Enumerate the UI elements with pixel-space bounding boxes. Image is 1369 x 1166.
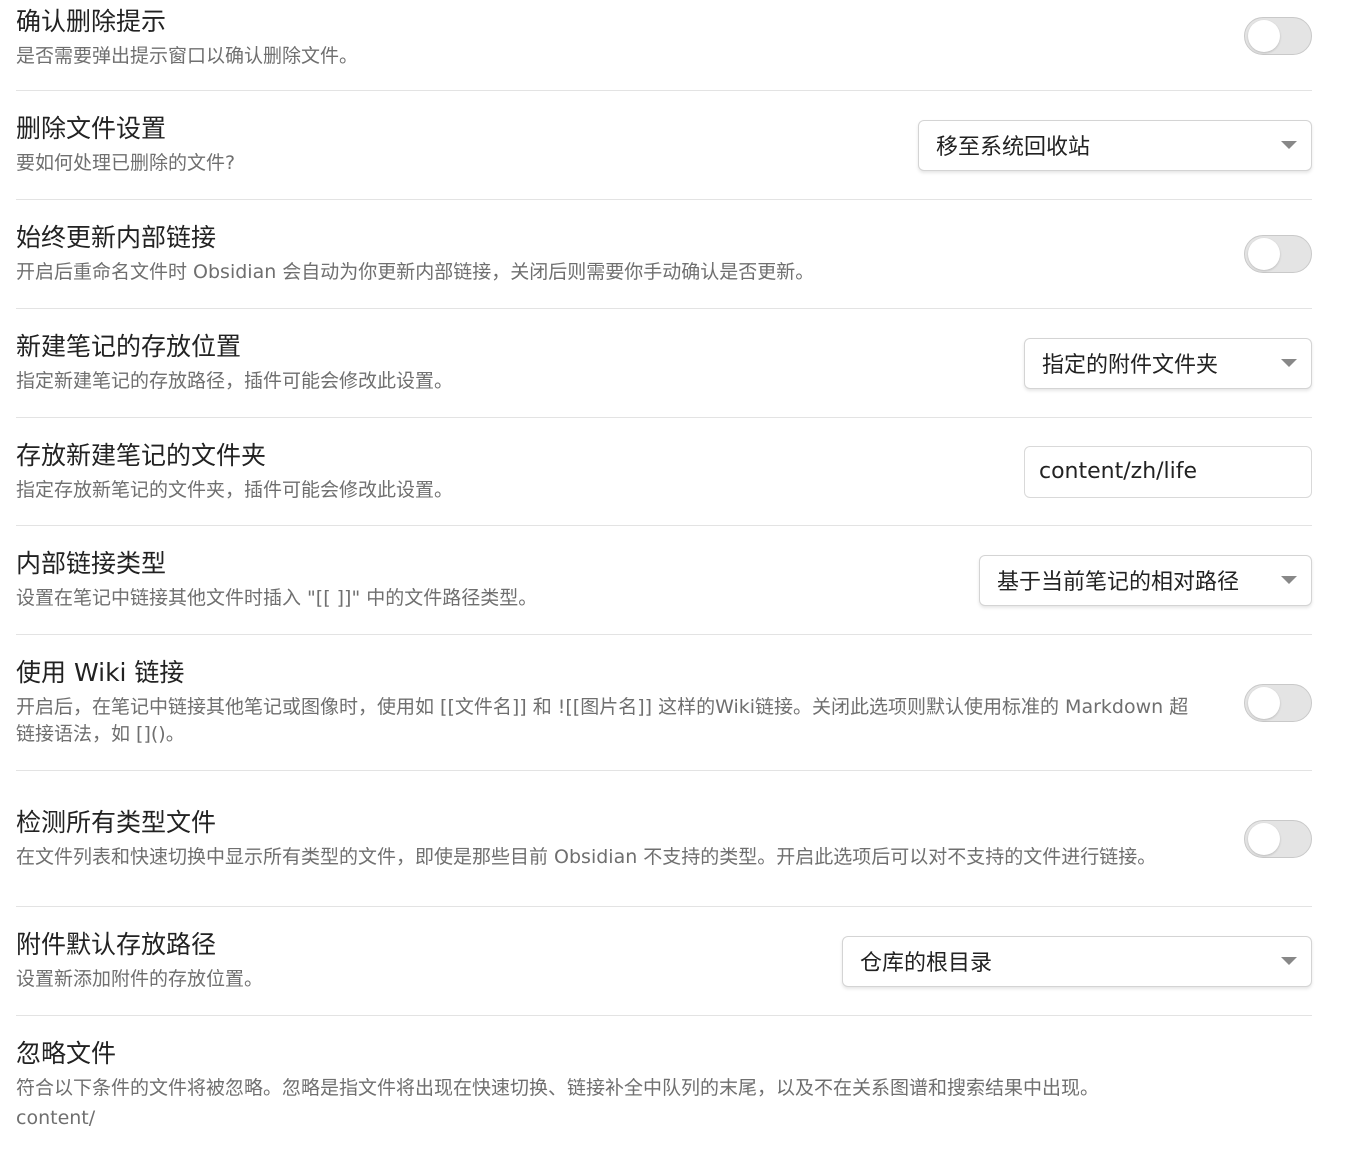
use-wiki-links-toggle[interactable] — [1244, 683, 1312, 722]
select-value: 指定的附件文件夹 — [1042, 353, 1219, 378]
setting-name: 忽略文件 — [16, 1039, 117, 1068]
setting-description: 开启后重命名文件时 Obsidian 会自动为你更新内部链接，关闭后则需要你手动… — [16, 261, 815, 283]
setting-name: 附件默认存放路径 — [16, 930, 217, 959]
setting-use-wiki-links: 使用 Wiki 链接 开启后，在笔记中链接其他笔记或图像时，使用如 [[文件名]… — [16, 635, 1312, 771]
setting-description: 指定新建笔记的存放路径，插件可能会修改此设置。 — [16, 370, 454, 392]
setting-info: 新建笔记的存放位置 指定新建笔记的存放路径，插件可能会修改此设置。 — [16, 331, 996, 395]
setting-new-note-folder: 存放新建笔记的文件夹 指定存放新笔记的文件夹，插件可能会修改此设置。 — [16, 418, 1312, 526]
setting-info: 使用 Wiki 链接 开启后，在笔记中链接其他笔记或图像时，使用如 [[文件名]… — [16, 657, 1216, 748]
delete-file-select[interactable]: 移至系统回收站 — [918, 119, 1312, 171]
setting-info: 始终更新内部链接 开启后重命名文件时 Obsidian 会自动为你更新内部链接，… — [16, 222, 1216, 286]
chevron-down-icon — [1281, 576, 1297, 584]
chevron-down-icon — [1281, 359, 1297, 367]
setting-info: 附件默认存放路径 设置新添加附件的存放位置。 — [16, 929, 814, 993]
setting-name: 新建笔记的存放位置 — [16, 332, 242, 361]
setting-control — [1024, 445, 1312, 498]
setting-info: 存放新建笔记的文件夹 指定存放新笔记的文件夹，插件可能会修改此设置。 — [16, 440, 996, 504]
toggle-knob — [1248, 20, 1280, 52]
chevron-down-icon — [1281, 141, 1297, 149]
setting-description: 开启后，在笔记中链接其他笔记或图像时，使用如 [[文件名]] 和 ![[图片名]… — [16, 696, 1189, 745]
setting-control: 仓库的根目录 — [842, 935, 1312, 987]
always-update-links-toggle[interactable] — [1244, 235, 1312, 273]
setting-info: 内部链接类型 设置在笔记中链接其他文件时插入 "[[ ]]" 中的文件路径类型。 — [16, 548, 951, 612]
setting-description: 设置新添加附件的存放位置。 — [16, 968, 264, 990]
setting-name: 存放新建笔记的文件夹 — [16, 440, 267, 470]
setting-internal-link-type: 内部链接类型 设置在笔记中链接其他文件时插入 "[[ ]]" 中的文件路径类型。… — [16, 526, 1312, 635]
setting-name: 检测所有类型文件 — [16, 807, 217, 837]
setting-info: 检测所有类型文件 在文件列表和快速切换中显示所有类型的文件，即使是那些目前 Ob… — [16, 807, 1216, 871]
setting-detect-all-files: 检测所有类型文件 在文件列表和快速切换中显示所有类型的文件，即使是那些目前 Ob… — [16, 771, 1312, 907]
setting-name: 确认删除提示 — [16, 7, 167, 36]
detect-all-files-toggle[interactable] — [1244, 819, 1312, 858]
new-note-location-select[interactable]: 指定的附件文件夹 — [1024, 337, 1312, 389]
setting-name: 内部链接类型 — [16, 549, 167, 578]
toggle-knob — [1248, 686, 1280, 719]
setting-info: 忽略文件 符合以下条件的文件将被忽略。忽略是指文件将出现在快速切换、链接补全中队… — [16, 1038, 1312, 1130]
settings-list: 确认删除提示 是否需要弹出提示窗口以确认删除文件。 删除文件设置 要如何处理已删… — [16, 0, 1312, 1166]
setting-delete-file: 删除文件设置 要如何处理已删除的文件? 移至系统回收站 — [16, 91, 1312, 200]
attachment-path-select[interactable]: 仓库的根目录 — [842, 935, 1312, 987]
setting-control: 指定的附件文件夹 — [1024, 337, 1312, 389]
internal-link-type-select[interactable]: 基于当前笔记的相对路径 — [979, 554, 1312, 606]
setting-description: 符合以下条件的文件将被忽略。忽略是指文件将出现在快速切换、链接补全中队列的末尾，… — [16, 1077, 1100, 1099]
setting-name: 使用 Wiki 链接 — [16, 658, 185, 687]
setting-control: 基于当前笔记的相对路径 — [979, 554, 1312, 606]
setting-description: 设置在笔记中链接其他文件时插入 "[[ ]]" 中的文件路径类型。 — [16, 587, 538, 609]
setting-name: 删除文件设置 — [16, 114, 167, 143]
setting-control — [1244, 235, 1312, 273]
toggle-knob — [1248, 238, 1280, 270]
setting-name: 始终更新内部链接 — [16, 223, 217, 252]
confirm-delete-toggle[interactable] — [1244, 17, 1312, 55]
setting-attachment-path: 附件默认存放路径 设置新添加附件的存放位置。 仓库的根目录 — [16, 907, 1312, 1016]
setting-description: 在文件列表和快速切换中显示所有类型的文件，即使是那些目前 Obsidian 不支… — [16, 845, 1157, 868]
select-value: 移至系统回收站 — [936, 135, 1091, 160]
setting-confirm-delete: 确认删除提示 是否需要弹出提示窗口以确认删除文件。 — [16, 0, 1312, 91]
setting-info: 确认删除提示 是否需要弹出提示窗口以确认删除文件。 — [16, 6, 1216, 70]
setting-new-note-location: 新建笔记的存放位置 指定新建笔记的存放路径，插件可能会修改此设置。 指定的附件文… — [16, 309, 1312, 418]
setting-description: 要如何处理已删除的文件? — [16, 152, 236, 174]
setting-control — [1244, 683, 1312, 722]
new-note-folder-input[interactable] — [1024, 445, 1312, 498]
select-value: 仓库的根目录 — [860, 951, 993, 976]
setting-always-update-links: 始终更新内部链接 开启后重命名文件时 Obsidian 会自动为你更新内部链接，… — [16, 200, 1312, 309]
setting-control: 移至系统回收站 — [918, 119, 1312, 171]
setting-info: 删除文件设置 要如何处理已删除的文件? — [16, 113, 890, 177]
setting-control — [1244, 17, 1312, 55]
chevron-down-icon — [1281, 957, 1297, 965]
setting-description: 指定存放新笔记的文件夹，插件可能会修改此设置。 — [16, 478, 454, 501]
select-value: 基于当前笔记的相对路径 — [997, 570, 1240, 595]
setting-ignore-files: 忽略文件 符合以下条件的文件将被忽略。忽略是指文件将出现在快速切换、链接补全中队… — [16, 1016, 1312, 1166]
setting-control — [1244, 819, 1312, 858]
toggle-knob — [1248, 822, 1280, 855]
ignored-path-list: content/ — [16, 1107, 96, 1129]
setting-description: 是否需要弹出提示窗口以确认删除文件。 — [16, 45, 359, 67]
